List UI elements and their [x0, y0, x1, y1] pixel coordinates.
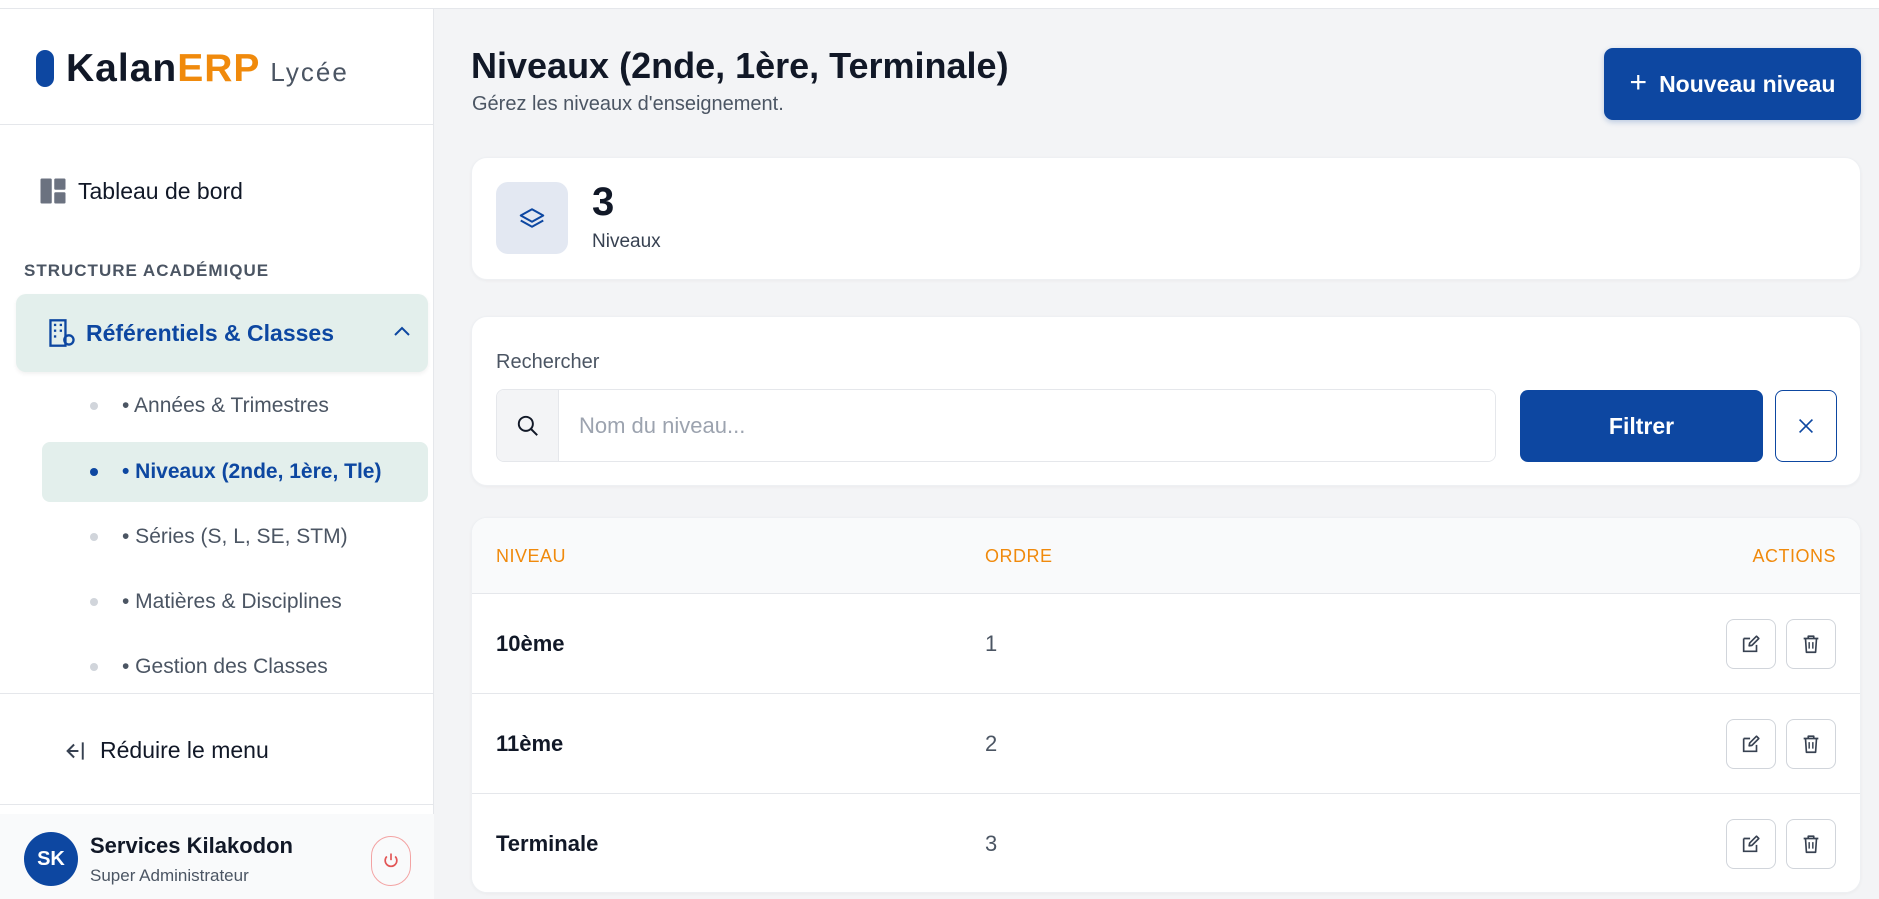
column-header-niveau[interactable]: NIVEAU	[496, 546, 566, 567]
brand-logo[interactable]: KalanERP Lycée	[66, 47, 349, 91]
collapse-label: Réduire le menu	[100, 737, 269, 763]
plus-icon: +	[1629, 65, 1648, 99]
sidebar-item-label: • Niveaux (2nde, 1ère, Tle)	[122, 460, 382, 483]
sidebar-item-label: • Matières & Disciplines	[122, 590, 342, 613]
stat-label: Niveaux	[592, 231, 661, 252]
filter-button[interactable]: Filtrer	[1520, 390, 1763, 462]
trash-icon	[1803, 635, 1819, 654]
user-role: Super Administrateur	[90, 866, 249, 885]
delete-button[interactable]	[1786, 719, 1836, 769]
brand-name-part2: ERP	[177, 47, 261, 90]
section-title: STRUCTURE ACADÉMIQUE	[24, 261, 270, 280]
bullet-dot	[90, 402, 98, 410]
sidebar-item-series[interactable]: • Séries (S, L, SE, STM)	[42, 507, 428, 567]
delete-button[interactable]	[1786, 619, 1836, 669]
sidebar-group-label: Référentiels & Classes	[86, 319, 335, 346]
new-level-label: Nouveau niveau	[1659, 70, 1836, 97]
cell-ordre: 2	[985, 731, 998, 756]
brand-suffix: Lycée	[270, 57, 349, 87]
stat-card: 3 Niveaux	[471, 157, 1861, 280]
page-title: Niveaux (2nde, 1ère, Terminale)	[471, 45, 1009, 86]
bullet-dot	[90, 663, 98, 671]
table-row: 11ème 2	[472, 694, 1860, 794]
user-panel: SK Services Kilakodon Super Administrate…	[0, 814, 434, 899]
avatar[interactable]: SK	[24, 832, 78, 886]
edit-icon	[1742, 835, 1760, 853]
cell-niveau: 10ème	[496, 631, 565, 656]
logout-button[interactable]	[371, 836, 411, 886]
sidebar-group-referentiels[interactable]: Référentiels & Classes	[16, 294, 428, 372]
edit-button[interactable]	[1726, 819, 1776, 869]
sidebar: KalanERP Lycée Tableau de bord STRUCTURE …	[0, 9, 434, 899]
brand-logo-mark	[36, 50, 54, 87]
cell-ordre: 3	[985, 831, 998, 856]
sidebar-item-niveaux[interactable]: • Niveaux (2nde, 1ère, Tle)	[42, 442, 428, 502]
filter-card: Rechercher Filtrer	[471, 316, 1861, 486]
power-icon	[384, 853, 398, 868]
collapse-menu-button[interactable]: Réduire le menu	[60, 737, 269, 764]
collapse-left-icon	[66, 741, 84, 760]
stat-icon-box	[496, 182, 568, 254]
building-icon	[49, 319, 75, 347]
bullet-dot	[90, 468, 98, 476]
search-label: Rechercher	[496, 351, 600, 373]
brand-name-part1: Kalan	[66, 47, 178, 90]
bullet-dot	[90, 598, 98, 606]
sidebar-item-label: • Gestion des Classes	[122, 655, 328, 678]
edit-icon	[1742, 635, 1760, 653]
chevron-up-icon[interactable]	[390, 320, 414, 344]
column-header-actions: ACTIONS	[1752, 546, 1836, 566]
table-row: Terminale 3	[472, 794, 1860, 892]
table-header: NIVEAU ORDRE ACTIONS	[472, 518, 1860, 594]
cell-ordre: 1	[985, 631, 998, 656]
sidebar-item-label: • Années & Trimestres	[122, 394, 329, 417]
layers-icon	[519, 208, 545, 228]
brand-header: KalanERP Lycée	[0, 9, 434, 125]
edit-icon	[1742, 735, 1760, 753]
trash-icon	[1803, 835, 1819, 854]
search-field	[496, 389, 1496, 462]
divider	[0, 693, 434, 694]
sidebar-item-annees[interactable]: • Années & Trimestres	[42, 376, 428, 436]
edit-button[interactable]	[1726, 719, 1776, 769]
table-row: 10ème 1	[472, 594, 1860, 694]
trash-icon	[1803, 735, 1819, 754]
cell-niveau: 11ème	[496, 731, 564, 756]
bullet-dot	[90, 533, 98, 541]
cell-niveau: Terminale	[496, 831, 599, 856]
top-bar	[0, 0, 1879, 9]
sidebar-item-matieres[interactable]: • Matières & Disciplines	[42, 572, 428, 632]
page-subtitle: Gérez les niveaux d'enseignement.	[472, 93, 784, 115]
clear-filter-button[interactable]	[1775, 390, 1837, 462]
divider	[0, 804, 434, 805]
delete-button[interactable]	[1786, 819, 1836, 869]
search-icon	[517, 415, 538, 436]
close-icon	[1798, 418, 1814, 434]
sidebar-item-dashboard[interactable]: Tableau de bord	[38, 169, 243, 213]
stat-value: 3	[592, 180, 615, 224]
user-name: Services Kilakodon	[90, 833, 293, 858]
edit-button[interactable]	[1726, 619, 1776, 669]
levels-table: NIVEAU ORDRE ACTIONS 10ème 1 11ème 2 Ter…	[471, 517, 1861, 893]
sidebar-item-label: • Séries (S, L, SE, STM)	[122, 525, 348, 548]
new-level-button[interactable]: + Nouveau niveau	[1604, 48, 1861, 120]
search-input[interactable]	[559, 390, 1495, 461]
column-header-ordre[interactable]: ORDRE	[985, 546, 1053, 567]
search-addon	[497, 390, 559, 461]
sidebar-item-label: Tableau de bord	[78, 177, 243, 204]
dashboard-icon	[40, 178, 66, 204]
sidebar-item-classes[interactable]: • Gestion des Classes	[42, 637, 428, 697]
